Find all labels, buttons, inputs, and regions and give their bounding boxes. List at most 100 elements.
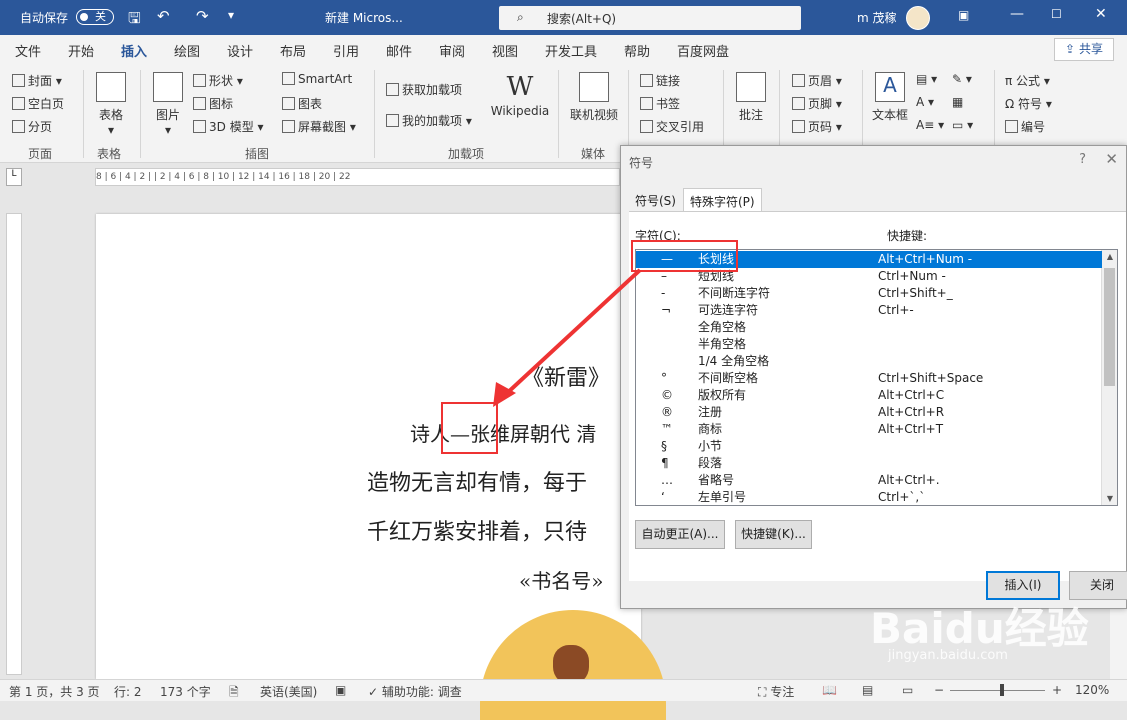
tab-insert[interactable]: 插入 [118,41,150,66]
screenshot-button[interactable]: 屏幕截图 ▾ [282,118,356,135]
footer-button[interactable]: 页脚 ▾ [792,95,842,112]
list-item[interactable]: ¬ 可选连字符 Ctrl+- [636,302,1102,319]
tab-view[interactable]: 视图 [492,41,518,60]
numbering-button[interactable]: 编号 [1005,118,1045,135]
tab-draw[interactable]: 绘图 [174,41,200,60]
language[interactable]: 英语(美国) [260,683,317,700]
tab-developer[interactable]: 开发工具 [545,41,597,60]
link-button[interactable]: 链接 [640,72,680,89]
tab-help[interactable]: 帮助 [624,41,650,60]
undo-icon[interactable]: ↶ [157,7,170,25]
page-break-button[interactable]: 分页 [12,118,52,135]
zoom-slider-thumb[interactable] [1000,684,1004,696]
focus-mode[interactable]: ⛶ 专注 [758,683,794,700]
tab-special-characters[interactable]: 特殊字符(P) [683,188,762,212]
cross-reference-button[interactable]: 交叉引用 [640,118,704,135]
autocorrect-button[interactable]: 自动更正(A)... [635,520,725,549]
avatar[interactable] [906,6,930,30]
object-icon[interactable]: ▭ ▾ [952,118,973,132]
list-item[interactable]: - 不间断连字符 Ctrl+Shift+_ [636,285,1102,302]
cover-page-button[interactable]: 封面 ▾ [12,72,62,89]
3d-model-button[interactable]: 3D 模型 ▾ [193,118,264,135]
share-button[interactable]: ⇪ 共享 [1054,38,1114,61]
list-item[interactable]: ¶ 段落 [636,455,1102,472]
page-number-button[interactable]: 页码 ▾ [792,118,842,135]
special-characters-list[interactable]: ▲ ▼ — 长划线 Alt+Ctrl+Num - – 短划线 Ctrl+Num - - 不间断… [635,249,1118,506]
bookmark-button[interactable]: 书签 [640,95,680,112]
comment-button[interactable]: 批注 [735,72,767,123]
online-video-button[interactable]: 联机视频 [568,72,620,123]
icons-button[interactable]: 图标 [193,95,233,112]
shortcut-key-button[interactable]: 快捷键(K)... [735,520,812,549]
help-icon[interactable]: ? [1079,152,1086,167]
minimize-icon[interactable]: — [1010,6,1024,22]
redo-icon[interactable]: ↷ [196,7,209,25]
scroll-down-icon[interactable]: ▼ [1102,494,1117,503]
blank-page-button[interactable]: 空白页 [12,95,64,112]
wikipedia-button[interactable]: W Wikipedia [490,72,550,118]
read-mode-icon[interactable]: 📖 [822,683,837,697]
picture-button[interactable]: 图片 ▾ [152,72,184,137]
header-button[interactable]: 页眉 ▾ [792,72,842,89]
word-count[interactable]: 173 个字 [160,683,211,700]
list-item[interactable]: ™ 商标 Alt+Ctrl+T [636,421,1102,438]
datetime-icon[interactable]: ▦ [952,95,963,109]
zoom-level[interactable]: 120% [1075,683,1109,697]
page-count[interactable]: 第 1 页，共 3 页 [9,683,100,700]
user-name[interactable]: m 茂稼 [857,9,897,26]
tab-mailings[interactable]: 邮件 [386,41,412,60]
maximize-icon[interactable]: ☐ [1051,7,1062,21]
my-addins-button[interactable]: 我的加载项 ▾ [386,112,472,129]
list-item[interactable]: § 小节 [636,438,1102,455]
tab-selector[interactable]: L [6,168,22,186]
table-button[interactable]: 表格 ▾ [95,72,127,137]
save-icon[interactable]: 🖫 [128,8,141,33]
accessibility-status[interactable]: ✓ 辅助功能: 调查 [368,683,462,700]
list-item[interactable]: ‘ 左单引号 Ctrl+`,` [636,489,1102,505]
chart-button[interactable]: 图表 [282,95,322,112]
tab-layout[interactable]: 布局 [280,41,306,60]
list-item[interactable]: 半角空格 [636,336,1102,353]
tab-baidu-netdisk[interactable]: 百度网盘 [677,41,729,60]
equation-button[interactable]: π 公式 ▾ [1005,72,1050,89]
ribbon-display-icon[interactable]: ▣ [958,8,969,22]
zoom-slider[interactable] [950,684,1045,696]
list-scrollbar[interactable]: ▲ ▼ [1101,250,1117,505]
online-video-label: 联机视频 [569,108,618,122]
web-layout-icon[interactable]: ▭ [902,683,913,697]
dropcap-icon[interactable]: A≡ ▾ [916,118,944,132]
blank-page-label: 空白页 [28,97,65,111]
tab-design[interactable]: 设计 [227,41,253,60]
smartart-button[interactable]: SmartArt [282,72,352,86]
list-item[interactable]: 1/4 全角空格 [636,353,1102,370]
signature-icon[interactable]: ✎ ▾ [952,72,972,86]
list-item[interactable]: … 省略号 Alt+Ctrl+. [636,472,1102,489]
list-item[interactable]: © 版权所有 Alt+Ctrl+C [636,387,1102,404]
tab-references[interactable]: 引用 [333,41,359,60]
list-item[interactable]: ° 不间断空格 Ctrl+Shift+Space [636,370,1102,387]
zoom-in-icon[interactable]: + [1052,683,1062,697]
shapes-button[interactable]: 形状 ▾ [193,72,243,89]
search-box[interactable]: ⌕ 搜索(Alt+Q) [499,6,801,30]
dialog-close-icon[interactable]: ✕ [1105,150,1118,168]
symbol-button[interactable]: Ω 符号 ▾ [1005,95,1052,112]
tab-review[interactable]: 审阅 [439,41,465,60]
close-icon[interactable]: ✕ [1095,6,1107,22]
tab-home[interactable]: 开始 [68,41,94,60]
tab-file[interactable]: 文件 [15,41,41,60]
customize-qat-icon[interactable]: ▾ [228,8,234,22]
autosave-toggle[interactable]: 关 [76,9,114,25]
document-title[interactable]: 新建 Micros... [325,9,403,26]
scroll-thumb[interactable] [1104,268,1115,386]
tab-symbols[interactable]: 符号(S) [629,188,682,212]
get-addins-button[interactable]: 获取加载项 [386,81,462,98]
list-item[interactable]: 全角空格 [636,319,1102,336]
print-layout-icon[interactable]: ▤ [862,683,873,697]
macro-icon[interactable]: ▣ [335,683,346,697]
textbox-button[interactable]: A 文本框 [872,72,908,123]
wordart-icon[interactable]: A ▾ [916,95,934,109]
quick-parts-icon[interactable]: ▤ ▾ [916,72,937,86]
zoom-out-icon[interactable]: − [934,683,944,697]
scroll-up-icon[interactable]: ▲ [1102,252,1117,261]
list-item[interactable]: ® 注册 Alt+Ctrl+R [636,404,1102,421]
